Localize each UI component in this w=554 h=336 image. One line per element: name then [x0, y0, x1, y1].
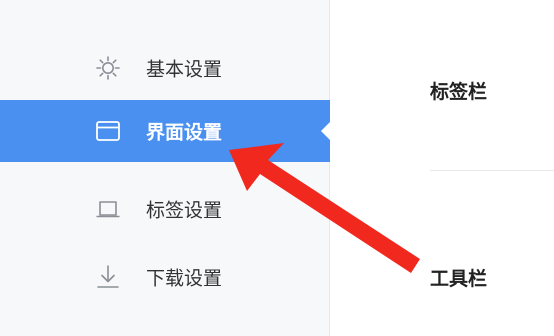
laptop-icon [96, 201, 120, 218]
gear-icon [96, 56, 120, 80]
sidebar-item-label: 标签设置 [146, 199, 223, 222]
window-icon [96, 121, 120, 141]
settings-sidebar: 基本设置 界面设置 标签设置 下载设置 [0, 0, 331, 336]
sidebar-item-download-settings[interactable]: 下载设置 [0, 246, 330, 308]
sidebar-item-label: 下载设置 [146, 267, 223, 290]
sidebar-item-label: 界面设置 [146, 121, 223, 144]
section-divider [430, 170, 554, 171]
settings-content: 标签栏 工具栏 [330, 0, 554, 336]
section-title-toolbar: 工具栏 [430, 268, 488, 290]
download-icon [97, 265, 119, 288]
sidebar-item-interface-settings[interactable]: 界面设置 [0, 100, 331, 162]
sidebar-item-tab-settings[interactable]: 标签设置 [0, 178, 330, 240]
sidebar-item-label: 基本设置 [146, 58, 223, 81]
sidebar-item-basic-settings[interactable]: 基本设置 [0, 37, 330, 99]
section-title-tab-bar: 标签栏 [430, 81, 488, 103]
